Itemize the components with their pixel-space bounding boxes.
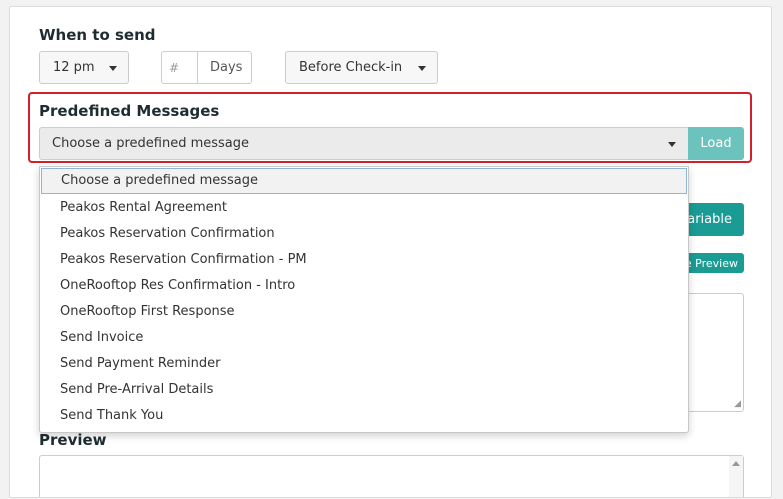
dropdown-option[interactable]: Send Invoice [40,325,688,351]
dropdown-option[interactable]: Choose a predefined message [41,168,687,194]
dropdown-option[interactable]: Peakos Reservation Confirmation [40,221,688,247]
update-preview-label: e Preview [684,256,738,270]
days-number-input[interactable]: # [161,51,198,84]
caret-down-icon [109,66,117,71]
preview-box [39,455,744,497]
dropdown-option[interactable]: Peakos Reservation Confirmation - PM [40,247,688,273]
days-label: Days [210,60,243,75]
predefined-message-select-value: Choose a predefined message [52,136,250,151]
dropdown-option[interactable]: Send Thank You [40,403,688,429]
predefined-messages-heading: Predefined Messages [39,102,220,120]
scroll-up-arrow-icon[interactable] [732,461,740,466]
when-to-send-heading: When to send [39,26,156,44]
message-form-panel: When to send 12 pm # Days Before Check-i… [9,6,772,498]
dropdown-option[interactable]: Send Payment Reminder [40,351,688,377]
days-number-placeholder: # [169,61,180,75]
load-button-label: Load [700,136,732,151]
predefined-message-select[interactable]: Choose a predefined message [39,127,689,160]
days-addon: Days [197,51,252,84]
relation-select[interactable]: Before Check-in [285,51,438,84]
dropdown-option[interactable]: Send Pre-Arrival Details [40,377,688,403]
caret-down-icon [418,66,426,71]
time-select[interactable]: 12 pm [39,51,129,84]
dropdown-option[interactable]: OneRooftop First Response [40,299,688,325]
preview-scrollbar[interactable] [729,456,743,497]
time-select-value: 12 pm [53,60,95,75]
dropdown-option[interactable]: Peakos Rental Agreement [40,195,688,221]
resize-grip-icon[interactable]: ◢ [734,400,741,409]
predefined-message-dropdown: Choose a predefined message Peakos Renta… [39,166,689,433]
preview-heading: Preview [39,431,107,449]
load-button[interactable]: Load [688,127,744,160]
caret-down-icon [668,142,676,147]
dropdown-option[interactable]: OneRooftop Res Confirmation - Intro [40,273,688,299]
relation-select-value: Before Check-in [299,60,403,75]
